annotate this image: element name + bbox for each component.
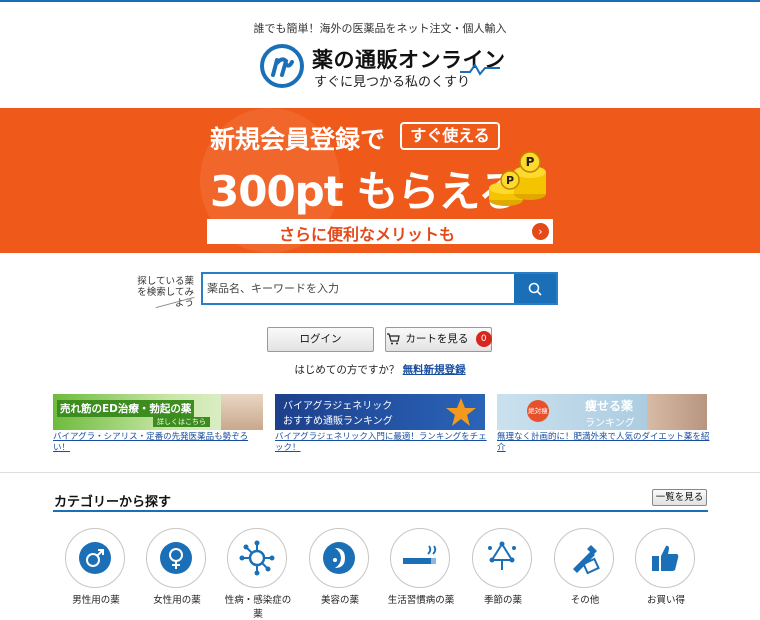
view-cart-button[interactable]: カートを見る 0 <box>385 327 492 352</box>
promo-viagra-generic-ranking[interactable]: バイアグラジェネリック おすすめ通販ランキング <box>275 394 485 430</box>
category-label: 女性用の薬 <box>153 595 201 606</box>
category-beauty[interactable]: 美容の薬 <box>309 528 371 606</box>
cigarette-icon <box>390 528 450 588</box>
thumbs-up-icon <box>635 528 695 588</box>
category-lifestyle-disease[interactable]: 生活習慣病の薬 <box>388 528 454 606</box>
logo-mark-icon <box>260 44 304 88</box>
category-label: 季節の薬 <box>483 595 522 606</box>
category-section-title: カテゴリーから探す <box>54 495 172 510</box>
search-input[interactable] <box>207 276 515 301</box>
svg-text:P: P <box>526 155 535 169</box>
search-button[interactable] <box>514 274 556 303</box>
beauty-icon <box>309 528 369 588</box>
logo-wave-icon <box>460 63 500 76</box>
cart-count-badge: 0 <box>475 331 492 347</box>
view-all-categories-button[interactable]: 一覧を見る <box>652 489 707 506</box>
logo-subtitle: すぐに見つかる私のくすり <box>314 75 471 90</box>
virus-icon <box>227 528 287 588</box>
register-link[interactable]: 無料新規登録 <box>403 364 466 376</box>
promo-diet-headline: 痩せる薬 <box>585 399 634 413</box>
category-title-rule <box>53 510 708 512</box>
category-other[interactable]: その他 <box>554 528 616 606</box>
category-label: 男性用の薬 <box>72 595 120 606</box>
search-hint: 探している薬を検索してみよう <box>137 276 194 309</box>
first-time-prompt: はじめての方ですか？ 無料新規登録 <box>0 362 760 377</box>
svg-text:P: P <box>506 174 514 187</box>
promo-ed-caption[interactable]: バイアグラ・シアリス・定番の先発医薬品も勢ぞろい！ <box>53 432 263 454</box>
first-time-text: はじめての方ですか？ <box>294 364 400 376</box>
promo-diet-ranking[interactable]: 絶対痩 痩せる薬 ランキング <box>497 394 707 430</box>
category-label: その他 <box>570 595 600 606</box>
category-std-infection[interactable]: 性病・感染症の薬 <box>225 528 291 620</box>
female-icon <box>146 528 206 588</box>
signup-campaign-banner[interactable]: 新規会員登録で すぐ使える 300pt もらえる P P さらに便利なメリットも… <box>0 108 760 253</box>
category-label: 美容の薬 <box>320 595 359 606</box>
banner-merit-text: さらに便利なメリットも <box>278 225 455 244</box>
promo-diet-badge: 絶対痩 <box>527 400 549 422</box>
banner-merit-strip[interactable]: さらに便利なメリットも › <box>207 219 553 244</box>
category-mens-medicine[interactable]: 男性用の薬 <box>65 528 127 606</box>
category-label: お買い得 <box>646 595 685 606</box>
category-womens-medicine[interactable]: 女性用の薬 <box>146 528 208 606</box>
banner-headline: 新規会員登録で <box>210 125 386 154</box>
promo-ed-detail-button: 詳しくはこちら <box>153 417 210 427</box>
category-bargain[interactable]: お買い得 <box>635 528 697 606</box>
promo-diet-headline-2: ランキング <box>585 418 635 429</box>
site-logo[interactable]: 薬の通販オンライン すぐに見つかる私のくすり <box>260 42 505 92</box>
cart-icon <box>387 333 400 345</box>
site-header: 誰でも簡単！海外の医薬品をネット注文・個人輸入 薬の通販オンライン すぐに見つか… <box>0 2 760 108</box>
banner-points: 300pt もらえる <box>210 167 520 216</box>
site-tagline: 誰でも簡単！海外の医薬品をネット注文・個人輸入 <box>253 22 507 35</box>
promo-viagra-headline: バイアグラジェネリック <box>283 401 393 412</box>
promo-viagra-headline-2: おすすめ通販ランキング <box>283 416 393 427</box>
coins-icon: P P <box>489 151 546 206</box>
promo-diet-caption[interactable]: 無理なく計画的に！肥満外来で人気のダイエット薬を紹介 <box>497 432 712 454</box>
star-icon <box>446 398 476 426</box>
category-label: 性病・感染症の薬 <box>224 595 292 620</box>
category-seasonal[interactable]: 季節の薬 <box>472 528 534 606</box>
search-bar <box>201 272 558 305</box>
male-icon <box>65 528 125 588</box>
chevron-right-icon: › <box>532 223 549 240</box>
tools-icon <box>554 528 614 588</box>
promo-ed-treatment[interactable]: 売れ筋のED治療・勃起の薬 詳しくはこちら <box>53 394 263 430</box>
promo-diet-model-image <box>647 394 707 430</box>
login-button[interactable]: ログイン <box>267 327 374 352</box>
promo-ed-headline: 売れ筋のED治療・勃起の薬 <box>57 400 195 417</box>
promo-viagra-caption[interactable]: バイアグラジェネリック入門に最適！ランキングをチェック！ <box>275 432 490 454</box>
cart-label: カートを見る <box>405 333 469 345</box>
section-divider <box>0 472 760 473</box>
category-label: 生活習慣病の薬 <box>387 595 455 606</box>
season-icon <box>472 528 532 588</box>
banner-badge: すぐ使える <box>400 122 500 150</box>
search-icon <box>528 282 542 296</box>
promo-ed-model-image <box>221 394 263 430</box>
